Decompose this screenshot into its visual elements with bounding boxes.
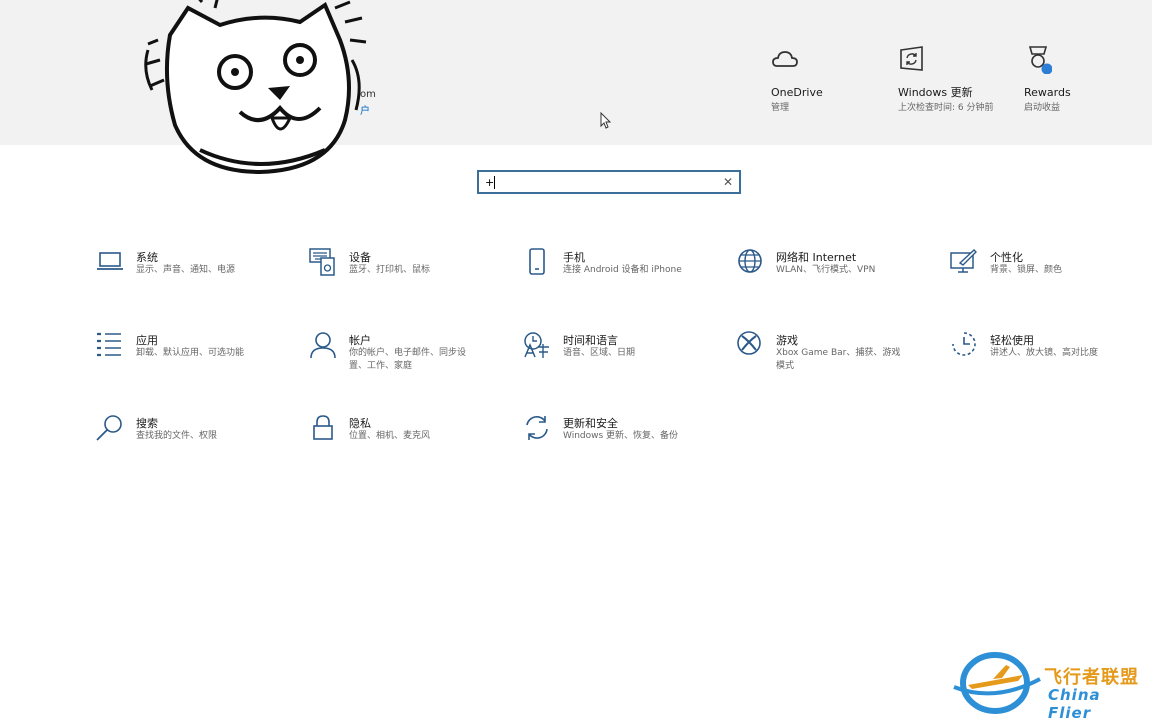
settings-search-input[interactable]: [485, 174, 715, 190]
time-language-icon: [524, 332, 549, 358]
tile-title: 网络和 Internet: [776, 251, 857, 264]
text-caret: [494, 176, 495, 189]
tile-ease-of-access[interactable]: 轻松使用 讲述人、放大镜、高对比度: [950, 331, 1150, 383]
tile-devices[interactable]: 设备 蓝牙、打印机、鼠标: [309, 248, 509, 300]
cloud-icon: [772, 51, 798, 67]
tile-title: 更新和安全: [563, 417, 618, 430]
tile-subtitle: 位置、相机、麦克风: [349, 431, 431, 441]
tile-subtitle: 蓝牙、打印机、鼠标: [349, 265, 431, 275]
quick-link-title: OneDrive: [771, 86, 823, 99]
phone-icon: [529, 248, 545, 275]
tile-personalization[interactable]: 个性化 背景、锁屏、颜色: [950, 248, 1150, 300]
tile-accounts[interactable]: 帐户 你的帐户、电子邮件、同步设置、工作、家庭: [309, 331, 509, 383]
quick-link-title: Rewards: [1024, 86, 1071, 99]
tile-title: 个性化: [990, 251, 1023, 264]
lock-icon: [313, 415, 333, 440]
apps-list-icon: [97, 332, 121, 357]
laptop-icon: [97, 252, 123, 270]
clear-search-icon[interactable]: ✕: [723, 175, 733, 189]
mouse-pointer-icon: [600, 112, 612, 129]
quick-link-subtitle: 上次检查时间: 6 分钟前: [898, 103, 994, 113]
quick-link-onedrive[interactable]: OneDrive 管理: [771, 44, 901, 114]
tile-title: 轻松使用: [990, 334, 1034, 347]
tile-subtitle: 语音、区域、日期: [563, 348, 636, 358]
settings-search-box[interactable]: ✕: [477, 170, 741, 194]
person-icon: [310, 332, 336, 359]
tile-title: 隐私: [349, 417, 371, 430]
tile-title: 应用: [136, 334, 158, 347]
quick-link-title: Windows 更新: [898, 86, 973, 99]
ease-of-access-icon: [952, 332, 976, 356]
tile-apps[interactable]: 应用 卸载、默认应用、可选功能: [96, 331, 296, 383]
tile-title: 系统: [136, 251, 158, 264]
tile-update-security[interactable]: 更新和安全 Windows 更新、恢复、备份: [523, 414, 723, 466]
tile-title: 游戏: [776, 334, 798, 347]
tile-subtitle: 查找我的文件、权限: [136, 431, 218, 441]
windows-update-icon: [900, 46, 923, 71]
tile-subtitle: 背景、锁屏、颜色: [990, 265, 1063, 275]
tile-privacy[interactable]: 隐私 位置、相机、麦克风: [309, 414, 509, 466]
watermark-english-text: China Flier: [1048, 686, 1101, 722]
tile-title: 时间和语言: [563, 334, 618, 347]
devices-icon: [309, 248, 335, 276]
tile-subtitle: 你的帐户、电子邮件、同步设置、工作、家庭: [349, 348, 467, 371]
rewards-medal-icon: [1028, 46, 1052, 74]
airplane-logo-icon: [953, 652, 1041, 714]
tile-subtitle: 卸载、默认应用、可选功能: [136, 348, 245, 358]
tile-title: 设备: [349, 251, 371, 264]
personalization-icon: [950, 249, 977, 273]
quick-link-rewards[interactable]: Rewards 启动收益: [1024, 44, 1134, 114]
search-icon: [96, 415, 122, 441]
tile-subtitle: Xbox Game Bar、捕获、游戏模式: [776, 348, 901, 371]
tile-network[interactable]: 网络和 Internet WLAN、飞行模式、VPN: [736, 248, 936, 300]
tile-subtitle: 显示、声音、通知、电源: [136, 265, 236, 275]
tile-title: 帐户: [349, 334, 371, 347]
quick-link-subtitle: 启动收益: [1024, 103, 1061, 113]
tile-subtitle: WLAN、飞行模式、VPN: [776, 265, 876, 275]
quick-link-windows-update[interactable]: Windows 更新 上次检查时间: 6 分钟前: [898, 44, 994, 114]
tile-system[interactable]: 系统 显示、声音、通知、电源: [96, 248, 296, 300]
tile-time-language[interactable]: 时间和语言 语音、区域、日期: [523, 331, 723, 383]
tile-search[interactable]: 搜索 查找我的文件、权限: [96, 414, 296, 466]
tile-subtitle: Windows 更新、恢复、备份: [563, 431, 679, 441]
xbox-icon: [737, 331, 761, 355]
globe-icon: [738, 249, 762, 273]
china-flier-watermark: 飞行者联盟 China Flier: [948, 645, 1148, 722]
update-sync-icon: [526, 416, 548, 440]
tile-gaming[interactable]: 游戏 Xbox Game Bar、捕获、游戏模式: [736, 331, 936, 383]
tile-title: 搜索: [136, 417, 158, 430]
tile-title: 手机: [563, 251, 585, 264]
tile-subtitle: 讲述人、放大镜、高对比度: [990, 348, 1099, 358]
quick-link-subtitle: 管理: [771, 103, 790, 113]
tile-phone[interactable]: 手机 连接 Android 设备和 iPhone: [523, 248, 723, 300]
cat-sticker-image: [144, 0, 367, 175]
tile-subtitle: 连接 Android 设备和 iPhone: [563, 265, 682, 275]
